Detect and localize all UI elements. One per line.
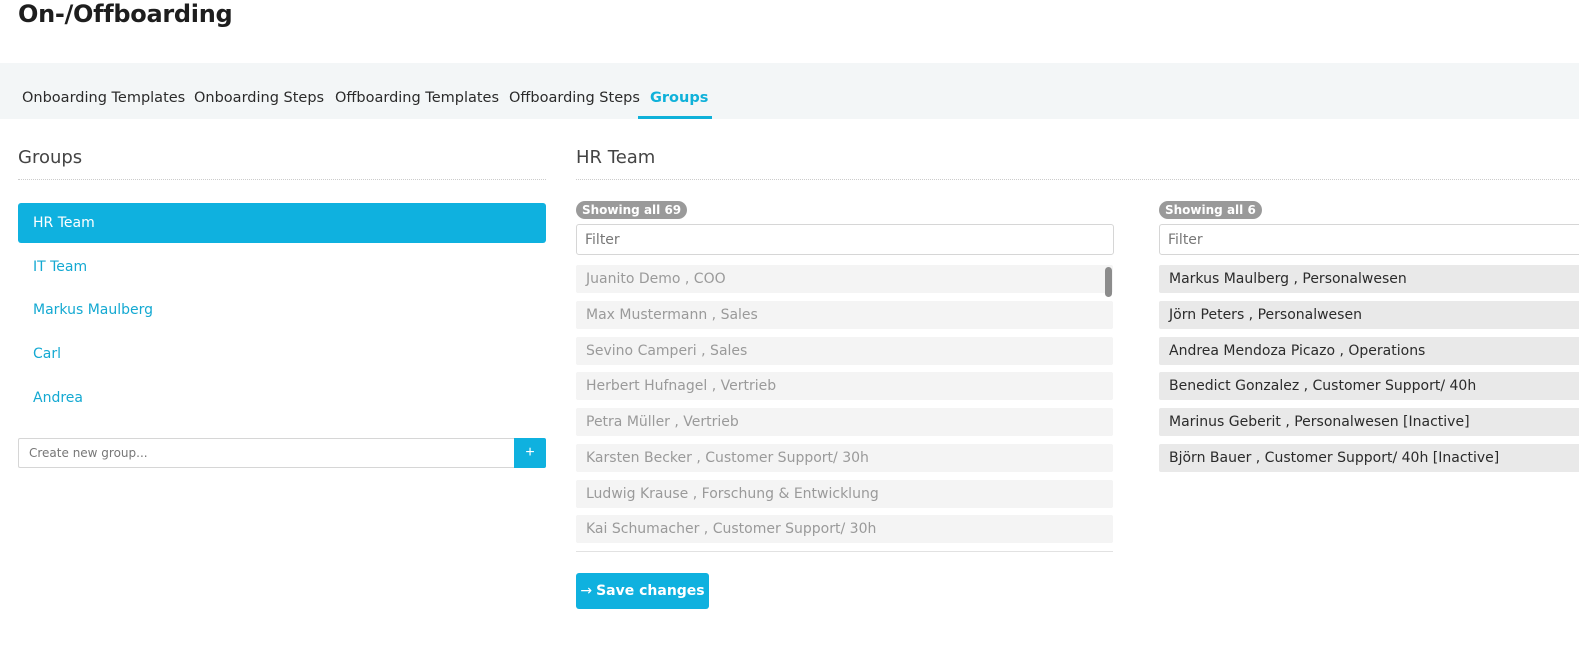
- list-item[interactable]: Juanito Demo , COO: [576, 265, 1113, 293]
- tab-bar: Onboarding Templates Onboarding Steps Of…: [0, 63, 1579, 119]
- group-item-markus-maulberg[interactable]: Markus Maulberg: [18, 290, 546, 330]
- tab-onboarding-steps[interactable]: Onboarding Steps: [194, 63, 324, 119]
- list-item[interactable]: Ludwig Krause , Forschung & Entwicklung: [576, 480, 1113, 508]
- selected-members-list[interactable]: Markus Maulberg , Personalwesen Jörn Pet…: [1159, 265, 1579, 552]
- list-item[interactable]: Markus Maulberg , Personalwesen: [1159, 265, 1579, 293]
- list-item[interactable]: Benedict Gonzalez , Customer Support/ 40…: [1159, 372, 1579, 400]
- group-item-hr-team[interactable]: HR Team: [18, 203, 546, 243]
- new-group-input[interactable]: [18, 438, 514, 468]
- save-changes-button[interactable]: → Save changes: [576, 573, 709, 609]
- tab-offboarding-templates[interactable]: Offboarding Templates: [335, 63, 499, 119]
- available-filter-input[interactable]: [576, 224, 1114, 255]
- available-list-bottom-border: [576, 551, 1113, 552]
- selected-filter-input[interactable]: [1159, 224, 1579, 255]
- list-item[interactable]: Jörn Peters , Personalwesen: [1159, 301, 1579, 329]
- arrow-right-icon: →: [580, 583, 593, 599]
- list-item[interactable]: Sevino Camperi , Sales: [576, 337, 1113, 365]
- tab-offboarding-steps[interactable]: Offboarding Steps: [509, 63, 640, 119]
- selected-count-badge: Showing all 6: [1159, 201, 1262, 219]
- add-group-button[interactable]: +: [514, 438, 546, 468]
- available-members-list[interactable]: Juanito Demo , COO Max Mustermann , Sale…: [576, 265, 1113, 552]
- list-item[interactable]: Andrea Mendoza Picazo , Operations: [1159, 337, 1579, 365]
- list-item[interactable]: Björn Bauer , Customer Support/ 40h [Ina…: [1159, 444, 1579, 472]
- list-item[interactable]: Marinus Geberit , Personalwesen [Inactiv…: [1159, 408, 1579, 436]
- available-list-scrollbar[interactable]: [1105, 267, 1112, 297]
- available-count-badge: Showing all 69: [576, 201, 688, 219]
- save-changes-label: Save changes: [596, 583, 705, 599]
- detail-divider: [576, 179, 1579, 180]
- tab-groups[interactable]: Groups: [650, 63, 708, 119]
- group-detail-title: HR Team: [576, 147, 656, 168]
- list-item[interactable]: Karsten Becker , Customer Support/ 30h: [576, 444, 1113, 472]
- list-item[interactable]: Herbert Hufnagel , Vertrieb: [576, 372, 1113, 400]
- group-item-it-team[interactable]: IT Team: [18, 247, 546, 287]
- active-tab-indicator: [638, 116, 712, 119]
- group-item-carl[interactable]: Carl: [18, 334, 546, 374]
- list-item[interactable]: Kai Schumacher , Customer Support/ 30h: [576, 515, 1113, 543]
- list-item[interactable]: Petra Müller , Vertrieb: [576, 408, 1113, 436]
- tab-onboarding-templates[interactable]: Onboarding Templates: [22, 63, 185, 119]
- groups-panel-title: Groups: [18, 147, 83, 168]
- groups-divider: [18, 179, 546, 180]
- group-item-andrea[interactable]: Andrea: [18, 378, 546, 418]
- list-item[interactable]: Max Mustermann , Sales: [576, 301, 1113, 329]
- page-title: On-/Offboarding: [18, 0, 233, 28]
